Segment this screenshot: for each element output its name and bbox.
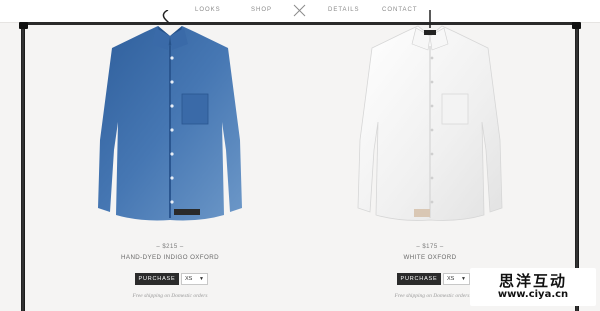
buy-row: PURCHASE XS ▼ [135, 273, 208, 285]
chevron-down-icon: ▼ [199, 276, 204, 282]
product-name[interactable]: WHITE OXFORD [360, 254, 500, 261]
purchase-button[interactable]: PURCHASE [397, 273, 441, 285]
rack-pole-left [21, 22, 25, 311]
size-value: XS [447, 276, 455, 282]
close-x-logo-icon[interactable] [293, 4, 306, 17]
shipping-note: Free shipping on Domestic orders [132, 293, 208, 299]
product-price: – $175 – [416, 244, 444, 250]
product-image-white-shirt[interactable] [350, 10, 510, 225]
product-price: – $215 – [156, 244, 184, 250]
purchase-button[interactable]: PURCHASE [135, 273, 179, 285]
product-name[interactable]: HAND-DYED INDIGO OXFORD [100, 254, 240, 261]
size-value: XS [185, 276, 193, 282]
buy-row: PURCHASE XS ▼ [397, 273, 470, 285]
nav-shop[interactable]: SHOP [251, 7, 272, 13]
watermark: 思洋互动 www.ciya.cn [470, 268, 596, 306]
size-select[interactable]: XS ▼ [443, 273, 470, 285]
chevron-down-icon: ▼ [461, 276, 466, 282]
watermark-title: 思洋互动 [498, 272, 567, 290]
watermark-url: www.ciya.cn [497, 289, 569, 300]
size-select[interactable]: XS ▼ [181, 273, 208, 285]
rack-cap-right [572, 22, 581, 29]
product-image-indigo-shirt[interactable] [90, 10, 250, 225]
rack-cap-left [19, 22, 28, 29]
